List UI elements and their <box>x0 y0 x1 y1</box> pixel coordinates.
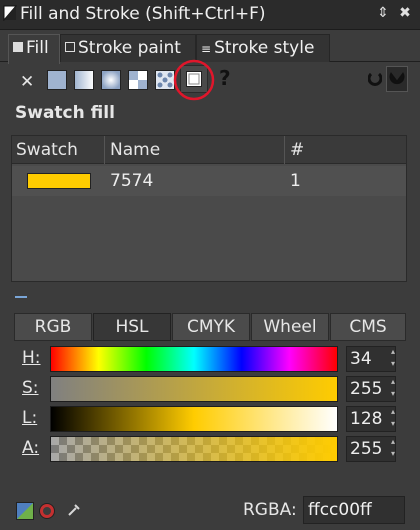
swatch-name: 7574 <box>110 171 154 191</box>
fill-tab-icon <box>13 42 23 52</box>
tab-stroke-style-label: Stroke style <box>214 38 315 58</box>
scroll-arrows-icon[interactable]: ⇕ <box>374 4 392 22</box>
table-row[interactable]: 7574 1 <box>12 166 406 196</box>
nonzero-icon[interactable] <box>386 66 408 92</box>
question-icon[interactable]: ? <box>219 66 231 90</box>
hue-label: H: <box>22 348 41 368</box>
column-header-swatch[interactable]: Swatch <box>16 140 78 160</box>
gradient-stop-indicator <box>15 296 27 298</box>
alpha-label: A: <box>22 438 40 458</box>
tab-stroke-style[interactable]: ≡ Stroke style <box>196 34 330 62</box>
highlight-circle <box>173 59 215 101</box>
fill-stroke-icon <box>3 5 17 21</box>
tab-stroke-paint-label: Stroke paint <box>78 38 181 58</box>
color-mode-hsl[interactable]: HSL <box>93 313 171 341</box>
hue-slider-row: H: 34 ▴ ▾ <box>0 346 420 374</box>
alpha-slider[interactable] <box>50 436 338 462</box>
radial-gradient-icon[interactable] <box>101 70 121 90</box>
swatch-count: 1 <box>290 171 301 191</box>
color-mode-rgb[interactable]: RGB <box>14 313 92 341</box>
linear-gradient-icon[interactable] <box>74 70 94 90</box>
tab-fill-label: Fill <box>26 38 49 58</box>
alpha-slider-row: A: 255 ▴ ▾ <box>0 436 420 464</box>
flat-color-icon[interactable] <box>47 70 67 90</box>
saturation-slider-row: S: 255 ▴ ▾ <box>0 376 420 404</box>
column-divider <box>284 136 285 164</box>
tab-fill[interactable]: Fill <box>8 34 60 64</box>
saturation-spin-arrows[interactable]: ▴ ▾ <box>388 376 398 402</box>
paint-mode-bar: ✕ ? <box>0 59 420 101</box>
lightness-slider[interactable] <box>50 406 338 432</box>
hue-spin-arrows[interactable]: ▴ ▾ <box>388 346 398 372</box>
color-mode-cms[interactable]: CMS <box>330 313 406 341</box>
evenodd-icon[interactable] <box>368 72 382 88</box>
saturation-label: S: <box>22 378 39 398</box>
color-mode-tabs: RGB HSL CMYK Wheel CMS <box>14 313 406 341</box>
out-of-gamut-icon <box>39 503 55 519</box>
color-mode-cmyk[interactable]: CMYK <box>172 313 250 341</box>
column-header-count[interactable]: # <box>290 140 304 160</box>
stroke-paint-tab-icon <box>65 42 75 52</box>
alpha-spin-arrows[interactable]: ▴ ▾ <box>388 436 398 462</box>
rgba-label: RGBA: <box>243 500 297 520</box>
x-icon[interactable]: ✕ <box>20 72 34 92</box>
color-managed-icon <box>16 502 34 520</box>
column-header-name[interactable]: Name <box>110 140 160 160</box>
rgba-input[interactable]: ffcc00ff <box>303 496 405 524</box>
title-bar: Fill and Stroke (Shift+Ctrl+F) ⇕ ✖ <box>0 0 420 30</box>
swatch-color-chip <box>27 173 91 189</box>
window-title: Fill and Stroke (Shift+Ctrl+F) <box>20 4 266 24</box>
column-divider <box>104 136 105 164</box>
color-mode-wheel[interactable]: Wheel <box>251 313 329 341</box>
mesh-gradient-icon[interactable] <box>128 70 148 90</box>
eyedropper-icon[interactable] <box>66 502 82 518</box>
swatch-table-header: Swatch Name # <box>12 136 406 164</box>
saturation-slider[interactable] <box>50 376 338 402</box>
close-icon[interactable]: ✖ <box>396 4 414 22</box>
hue-slider[interactable] <box>50 346 338 372</box>
stroke-style-tab-icon: ≡ <box>201 42 212 56</box>
lightness-spin-arrows[interactable]: ▴ ▾ <box>388 406 398 432</box>
swatch-list: Swatch Name # 7574 1 <box>11 135 407 282</box>
lightness-slider-row: L: 128 ▴ ▾ <box>0 406 420 434</box>
section-title: Swatch fill <box>15 103 115 123</box>
lightness-label: L: <box>22 408 38 428</box>
